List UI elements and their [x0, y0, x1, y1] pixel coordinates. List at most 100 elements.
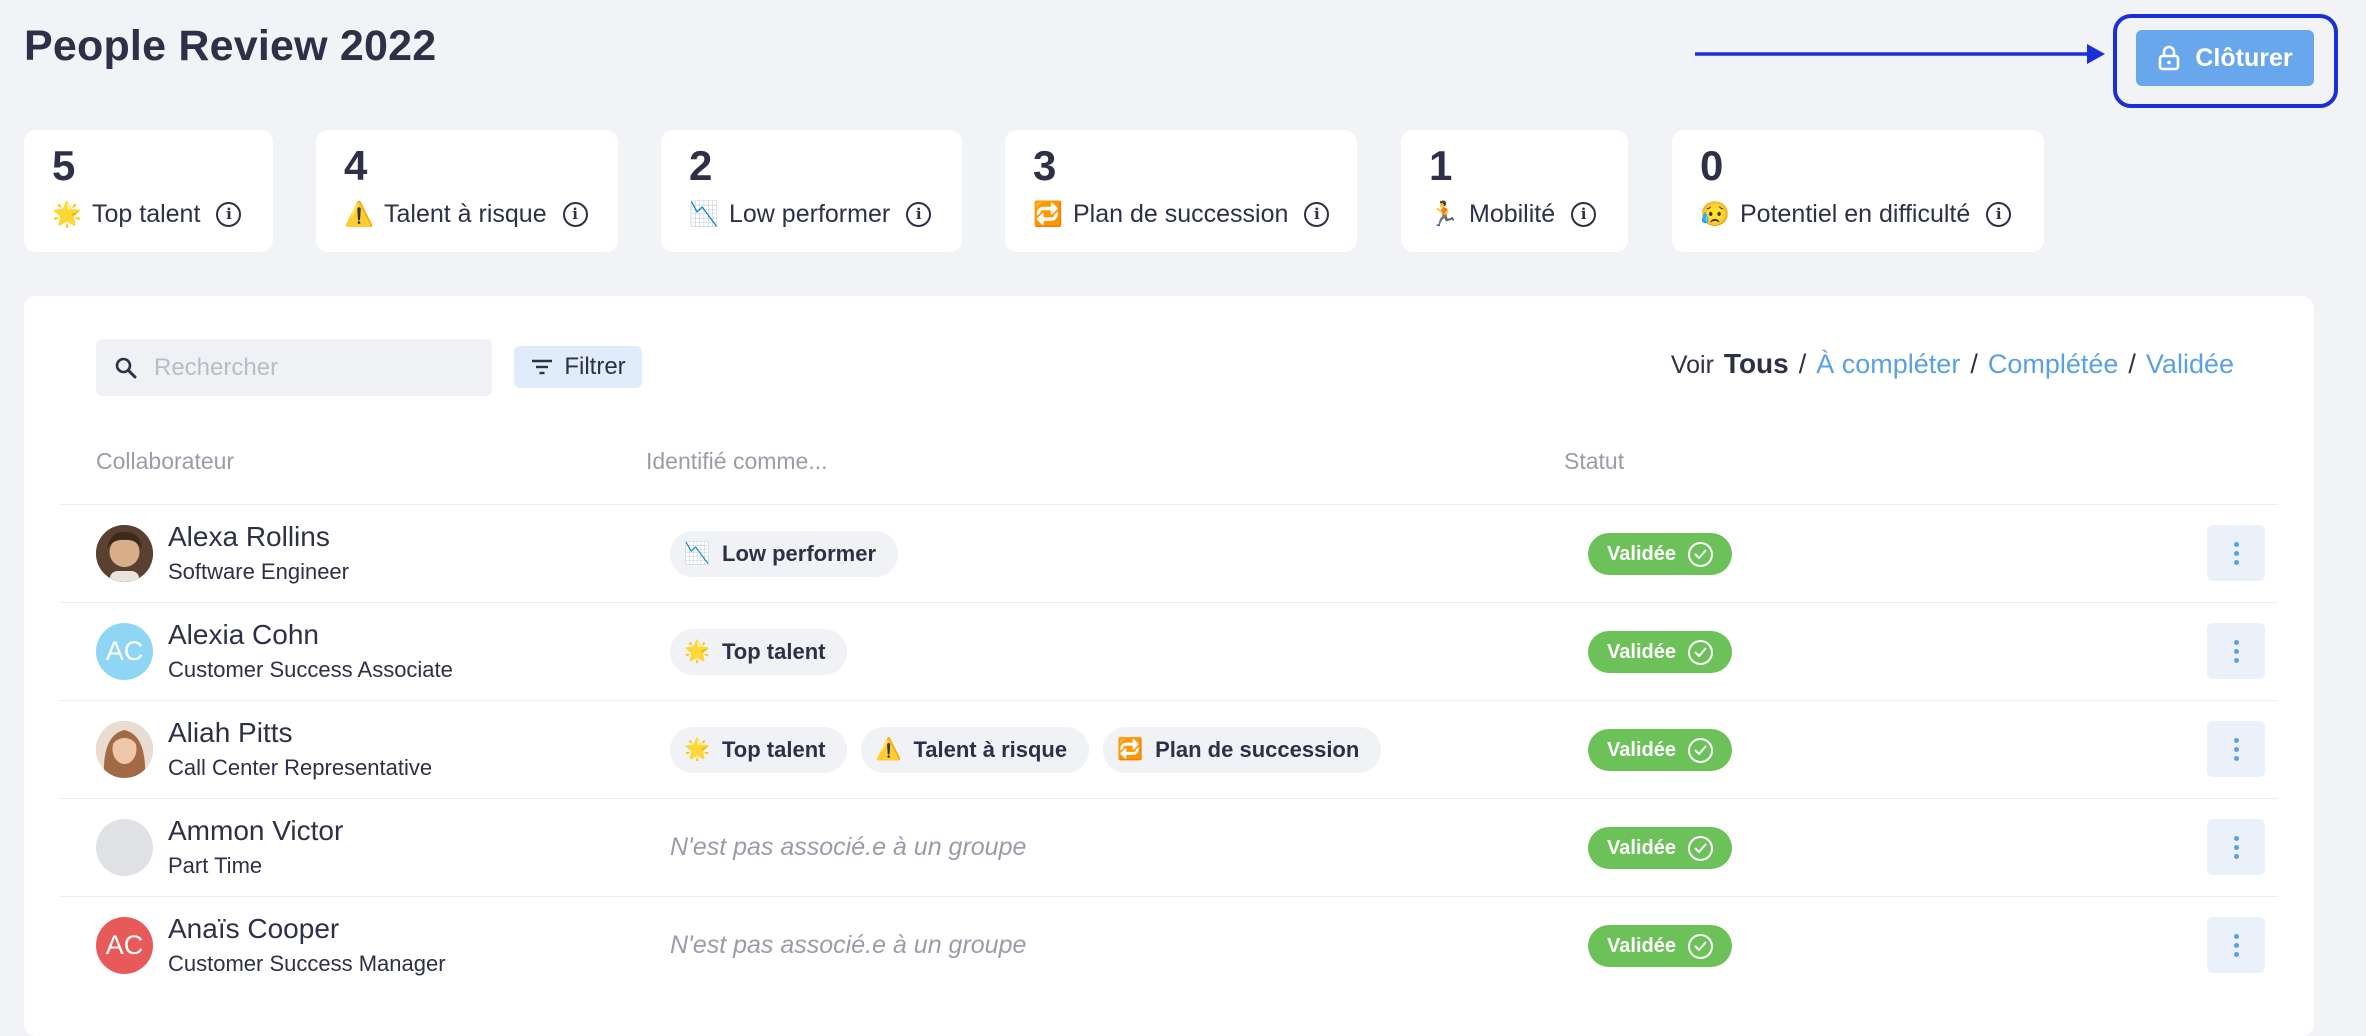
chart-down-icon: 📉: [684, 542, 711, 565]
table-row[interactable]: Ammon Victor Part Time N'est pas associé…: [60, 798, 2278, 896]
info-icon[interactable]: i: [562, 202, 588, 227]
dot: [2233, 541, 2239, 547]
collaborator-name[interactable]: Aliah Pitts: [168, 717, 293, 749]
check-circle-icon: [1687, 933, 1713, 959]
info-icon[interactable]: i: [906, 202, 932, 227]
dot: [2233, 639, 2239, 645]
dot: [2233, 951, 2239, 957]
kpi-card-low-performer: 2 📉 Low performer i: [661, 130, 962, 252]
collaborator-role: Part Time: [168, 853, 263, 878]
kpi-count: 5: [52, 142, 76, 189]
tag-talent-at-risk: ⚠️ Talent à risque: [861, 727, 1090, 773]
avatar: AC: [96, 623, 153, 680]
collaborator-name[interactable]: Anaïs Cooper: [168, 913, 339, 945]
lock-icon: [2159, 45, 2180, 71]
avatar: [96, 721, 153, 778]
collaborator-name[interactable]: Alexa Rollins: [168, 521, 330, 553]
dot: [2233, 737, 2239, 743]
dot: [2233, 559, 2239, 565]
tag-label: Plan de succession: [1155, 737, 1360, 762]
dot: [2233, 746, 2239, 752]
view-label: Voir: [1670, 351, 1714, 379]
kpi-label: Low performer: [729, 200, 891, 228]
dot: [2233, 933, 2239, 939]
info-icon[interactable]: i: [216, 202, 242, 227]
table-row[interactable]: Alexa Rollins Software Engineer 📉 Low per…: [60, 504, 2278, 602]
column-header-identified: Identifié comme...: [646, 448, 828, 474]
collaborator-name[interactable]: Alexia Cohn: [168, 619, 319, 651]
tag-top-talent: 🌟 Top talent: [670, 727, 848, 773]
separator: /: [1798, 349, 1807, 379]
kpi-label: Top talent: [92, 200, 201, 228]
collaborator-role: Software Engineer: [168, 559, 349, 584]
collaborator-role: Customer Success Manager: [168, 951, 446, 976]
search-input[interactable]: [154, 353, 474, 382]
filter-button[interactable]: Filtrer: [514, 346, 642, 388]
status-badge: Validée: [1588, 729, 1732, 771]
view-option-all[interactable]: Tous: [1724, 348, 1789, 380]
kpi-label: Plan de succession: [1073, 200, 1289, 228]
tag-label: Top talent: [722, 639, 826, 664]
repeat-icon: 🔁: [1117, 738, 1144, 761]
table-row[interactable]: Aliah Pitts Call Center Representative 🌟…: [60, 700, 2278, 798]
filter-label: Filtrer: [564, 353, 626, 380]
status-badge: Validée: [1588, 827, 1732, 869]
view-option-validated[interactable]: Validée: [2146, 349, 2234, 380]
no-group-text: N'est pas associé.e à un groupe: [670, 931, 1027, 959]
chart-down-icon: 📉: [689, 201, 719, 228]
more-options-button[interactable]: [2207, 623, 2265, 679]
view-option-to-complete[interactable]: À compléter: [1816, 349, 1960, 380]
info-icon[interactable]: i: [1571, 202, 1597, 227]
avatar: AC: [96, 917, 153, 974]
tag-list: 🌟 Top talent ⚠️ Talent à risque 🔁 Plan de s…: [670, 727, 1382, 773]
search-box[interactable]: [96, 339, 492, 396]
column-header-status: Statut: [1564, 448, 1625, 474]
avatar-photo: [96, 525, 153, 582]
collaborator-role: Customer Success Associate: [168, 657, 453, 682]
dot: [2233, 648, 2239, 654]
check-circle-icon: [1687, 541, 1713, 567]
kpi-label: Mobilité: [1469, 200, 1556, 228]
star-icon: 🌟: [684, 738, 711, 761]
no-group-text: N'est pas associé.e à un groupe: [670, 833, 1027, 861]
kpi-card-talent-at-risk: 4 ⚠️ Talent à risque i: [316, 130, 618, 252]
avatar: [96, 525, 153, 582]
table-row[interactable]: AC Alexia Cohn Customer Success Associat…: [60, 602, 2278, 700]
review-panel: Filtrer Voir Tous / À compléter / Complé…: [24, 296, 2314, 1036]
more-options-button[interactable]: [2207, 525, 2265, 581]
dot: [2233, 657, 2239, 663]
status-label: Validée: [1607, 542, 1676, 565]
view-option-completed[interactable]: Complétée: [1988, 349, 2119, 380]
kpi-count: 4: [344, 142, 368, 189]
tag-list: 📉 Low performer: [670, 531, 899, 577]
collaborator-role: Call Center Representative: [168, 755, 433, 780]
kpi-card-top-talent: 5 🌟 Top talent i: [24, 130, 273, 252]
more-options-button[interactable]: [2207, 721, 2265, 777]
search-icon: [115, 357, 137, 378]
close-button-label: Clôturer: [2195, 43, 2293, 72]
page-title: People Review 2022: [24, 22, 437, 70]
status-badge: Validée: [1588, 631, 1732, 673]
kpi-count: 3: [1033, 142, 1057, 189]
kpi-count: 0: [1700, 142, 1724, 189]
status-label: Validée: [1607, 934, 1676, 957]
collaborator-name[interactable]: Ammon Victor: [168, 815, 343, 847]
kpi-card-struggling-potential: 0 😥 Potentiel en difficulté i: [1672, 130, 2044, 252]
dot: [2233, 755, 2239, 761]
more-options-button[interactable]: [2207, 819, 2265, 875]
view-selector: Voir Tous / À compléter / Complétée / Va…: [1671, 348, 2234, 380]
tag-label: Talent à risque: [913, 737, 1068, 762]
warning-icon: ⚠️: [875, 738, 902, 761]
kpi-label: Talent à risque: [384, 200, 547, 228]
info-icon[interactable]: i: [1986, 202, 2012, 227]
info-icon[interactable]: i: [1304, 202, 1330, 227]
warning-icon: ⚠️: [344, 201, 374, 228]
kpi-count: 1: [1429, 142, 1453, 189]
tag-label: Top talent: [722, 737, 826, 762]
table-row[interactable]: AC Anaïs Cooper Customer Success Manager…: [60, 896, 2278, 994]
close-review-button[interactable]: Clôturer: [2136, 30, 2314, 86]
more-options-button[interactable]: [2207, 917, 2265, 973]
status-label: Validée: [1607, 640, 1676, 663]
runner-icon: 🏃: [1429, 201, 1459, 228]
dot: [2233, 844, 2239, 850]
